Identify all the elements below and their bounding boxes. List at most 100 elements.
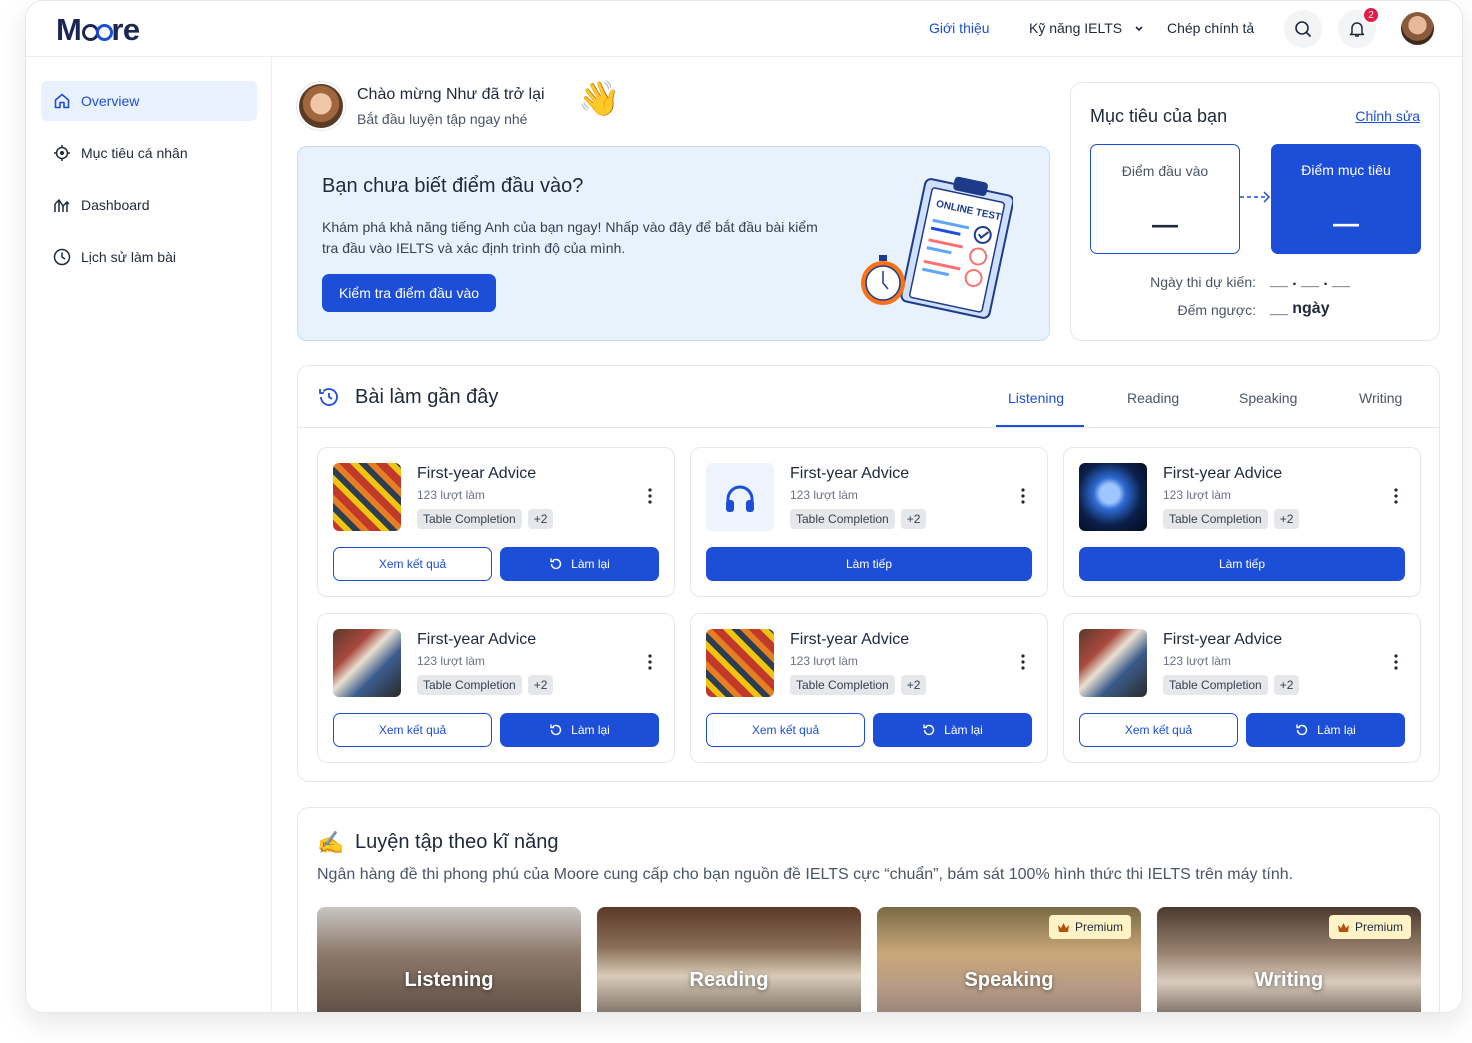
continue-button[interactable]: Làm tiếp	[1079, 547, 1405, 581]
retry-label: Làm lại	[571, 723, 610, 737]
retry-icon	[550, 558, 562, 570]
sidebar-item-lich-su[interactable]: Lịch sử làm bài	[41, 237, 257, 277]
retry-icon	[1296, 724, 1308, 736]
user-avatar[interactable]	[1401, 12, 1434, 45]
card-thumbnail	[333, 629, 401, 697]
retry-button[interactable]: Làm lại	[500, 713, 659, 747]
skill-name: Speaking	[964, 969, 1054, 991]
card-tag: Table Completion	[417, 509, 522, 529]
skill-card-reading[interactable]: Reading	[597, 907, 861, 1012]
more-options-icon[interactable]	[640, 486, 660, 506]
skill-name: Reading	[689, 969, 769, 991]
card-thumbnail	[1079, 463, 1147, 531]
goal-title: Mục tiêu của bạn	[1090, 106, 1228, 126]
card-attempts: 123 lượt làm	[790, 488, 858, 502]
skill-name: Writing	[1254, 969, 1324, 991]
retry-icon	[550, 724, 562, 736]
skill-card-listening[interactable]: Listening	[317, 907, 581, 1012]
card-tag: Table Completion	[790, 675, 895, 695]
card-thumbnail	[1079, 629, 1147, 697]
view-result-label: Xem kết quả	[378, 557, 447, 571]
card-title: First-year Advice	[790, 465, 910, 482]
card-thumbnail	[706, 629, 774, 697]
skill-card-speaking[interactable]: Premium Speaking	[877, 907, 1141, 1012]
view-result-label: Xem kết quả	[751, 723, 820, 737]
tab-reading[interactable]: Reading	[1127, 390, 1179, 406]
card-tags: Table Completion +2	[790, 509, 927, 529]
view-result-button[interactable]: Xem kết quả	[333, 547, 492, 581]
more-options-icon[interactable]	[640, 652, 660, 672]
moore-logo[interactable]: Mre	[56, 12, 140, 48]
target-score-value: —	[1333, 208, 1359, 238]
sidebar-item-dashboard[interactable]: Dashboard	[41, 185, 257, 225]
recent-card[interactable]: First-year Advice 123 lượt làm Table Com…	[1063, 447, 1421, 597]
notification-button[interactable]: 2	[1338, 6, 1380, 48]
retry-button[interactable]: Làm lại	[873, 713, 1032, 747]
card-tag-more: +2	[900, 509, 927, 529]
premium-label: Premium	[1074, 920, 1123, 934]
nav-gioi-thieu[interactable]: Giới thiệu	[929, 20, 990, 36]
online-test-illustration: ONLINE TEST	[861, 176, 1013, 319]
chevron-down-icon	[1135, 26, 1143, 32]
sidebar-item-muc-tieu[interactable]: Mục tiêu cá nhân	[41, 133, 257, 173]
main-content: Chào mừng Như đã trở lại Bắt đầu luyện t…	[273, 57, 1462, 1012]
writing-hand-emoji: ✍️	[317, 830, 345, 855]
entry-score-value: —	[1152, 209, 1178, 239]
more-options-icon[interactable]	[1386, 652, 1406, 672]
top-bar: Mre Giới thiệu Kỹ năng IELTS Chép chính …	[26, 1, 1462, 57]
entry-test-button[interactable]: Kiểm tra điểm đầu vào	[322, 274, 496, 312]
skill-card-writing[interactable]: Premium Writing	[1157, 907, 1421, 1012]
recent-card[interactable]: First-year Advice 123 lượt làm Table Com…	[1063, 613, 1421, 763]
card-tag-more: +2	[900, 675, 927, 695]
wave-emoji: 👋	[578, 80, 621, 118]
crown-icon	[1057, 922, 1069, 932]
countdown-label: Đếm ngược:	[1177, 302, 1256, 318]
retry-button[interactable]: Làm lại	[1246, 713, 1405, 747]
entry-score-box[interactable]: Điểm đầu vào —	[1090, 144, 1240, 254]
sidebar: Overview Mục tiêu cá nhân Dashboard Lịch…	[26, 57, 272, 1012]
nav-ky-nang-ielts-label: Kỹ năng IELTS	[1029, 20, 1123, 36]
more-options-icon[interactable]	[1013, 486, 1033, 506]
view-result-button[interactable]: Xem kết quả	[1079, 713, 1238, 747]
view-result-button[interactable]: Xem kết quả	[706, 713, 865, 747]
nav-chep-chinh-ta[interactable]: Chép chính tả	[1167, 20, 1254, 36]
crown-icon	[1337, 922, 1349, 932]
recent-card[interactable]: First-year Advice 123 lượt làm Table Com…	[690, 447, 1048, 597]
tab-writing[interactable]: Writing	[1359, 390, 1402, 406]
card-tag-more: +2	[527, 509, 554, 529]
tab-listening[interactable]: Listening	[1008, 390, 1064, 406]
card-tag: Table Completion	[1163, 509, 1268, 529]
target-score-box[interactable]: Điểm mục tiêu —	[1271, 144, 1421, 254]
target-score-label: Điểm mục tiêu	[1301, 162, 1391, 178]
view-result-label: Xem kết quả	[1124, 723, 1193, 737]
card-title: First-year Advice	[1163, 465, 1283, 482]
retry-button[interactable]: Làm lại	[500, 547, 659, 581]
recent-card[interactable]: First-year Advice 123 lượt làm Table Com…	[317, 613, 675, 763]
recent-work-header: Bài làm gần đây Listening Reading Speaki…	[298, 366, 1439, 428]
exam-date-label: Ngày thi dự kiến:	[1150, 274, 1256, 290]
continue-button[interactable]: Làm tiếp	[706, 547, 1032, 581]
retry-label: Làm lại	[944, 723, 983, 737]
goal-edit-link[interactable]: Chỉnh sửa	[1355, 108, 1420, 124]
card-attempts: 123 lượt làm	[417, 488, 485, 502]
more-options-icon[interactable]	[1013, 652, 1033, 672]
card-tags: Table Completion +2	[417, 675, 554, 695]
countdown-value-text: __ ngày	[1270, 300, 1330, 317]
view-result-button[interactable]: Xem kết quả	[333, 713, 492, 747]
card-tag: Table Completion	[1163, 675, 1268, 695]
nav-ky-nang-ielts[interactable]: Kỹ năng IELTS	[1029, 20, 1144, 36]
countdown-value: __ ngày	[1270, 300, 1330, 318]
recent-card[interactable]: First-year Advice 123 lượt làm Table Com…	[690, 613, 1048, 763]
more-options-icon[interactable]	[1386, 486, 1406, 506]
card-title: First-year Advice	[417, 465, 537, 482]
history-icon	[319, 388, 338, 406]
entry-test-body: Khám phá khả năng tiếng Anh của bạn ngay…	[322, 219, 818, 256]
retry-label: Làm lại	[571, 557, 610, 571]
sidebar-item-overview[interactable]: Overview	[41, 81, 257, 121]
recent-card[interactable]: First-year Advice 123 lượt làm Table Com…	[317, 447, 675, 597]
card-attempts: 123 lượt làm	[1163, 488, 1231, 502]
search-button[interactable]	[1284, 10, 1322, 48]
sidebar-item-label: Mục tiêu cá nhân	[81, 145, 188, 161]
tab-speaking[interactable]: Speaking	[1239, 390, 1297, 406]
card-thumbnail	[706, 463, 774, 531]
